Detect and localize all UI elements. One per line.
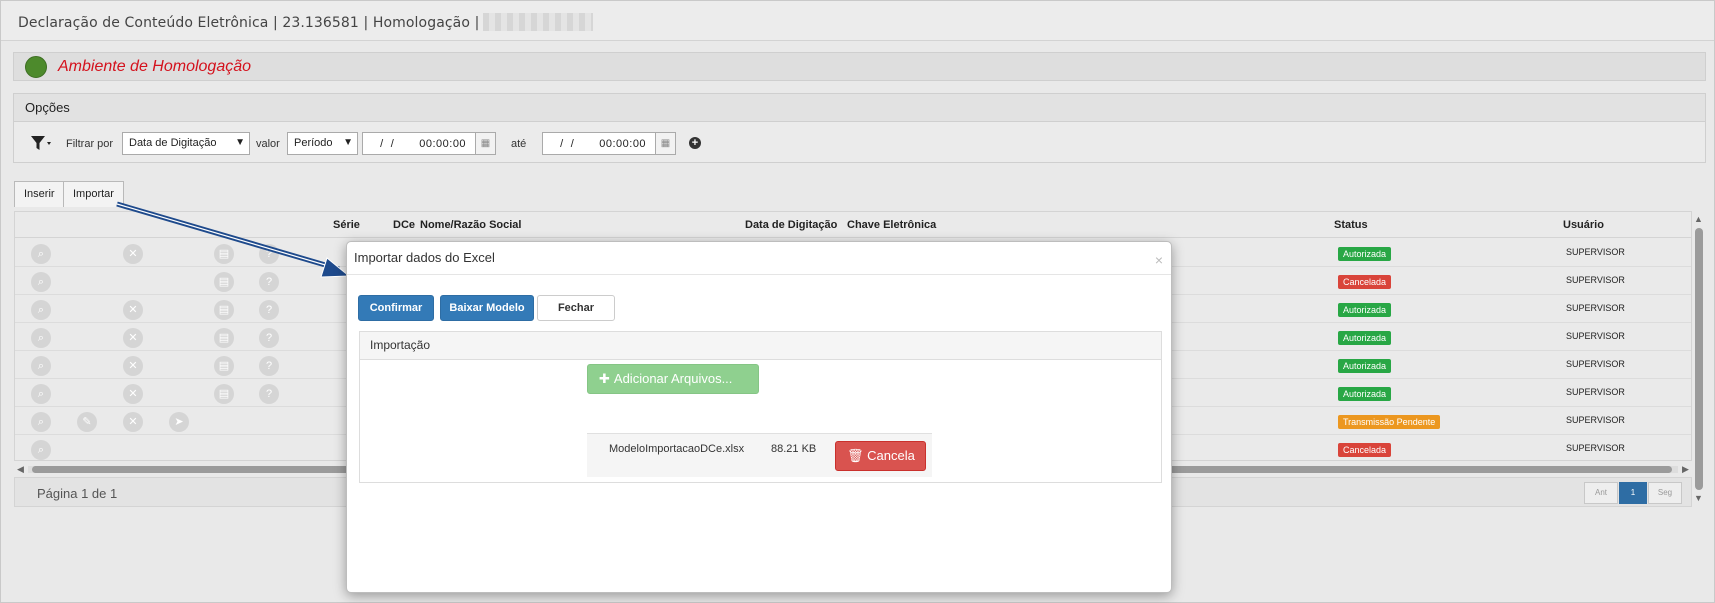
download-template-button[interactable]: Baixar Modelo: [440, 295, 534, 321]
file-size: 88.21 KB: [771, 443, 817, 455]
import-panel-title: Importação: [360, 332, 1161, 360]
import-panel: Importação ✚ Adicionar Arquivos... Modelo…: [359, 331, 1162, 483]
confirm-button[interactable]: Confirmar: [358, 295, 434, 321]
trash-icon: 🗑: [847, 448, 864, 463]
cancel-upload-button[interactable]: 🗑 Cancela: [835, 441, 926, 471]
add-files-label: Adicionar Arquivos...: [613, 371, 733, 386]
import-modal: Importar dados do Excel × Confirmar Baix…: [346, 241, 1172, 593]
add-files-button[interactable]: ✚ Adicionar Arquivos...: [587, 364, 759, 394]
modal-title: Importar dados do Excel: [354, 250, 495, 265]
modal-header: Importar dados do Excel ×: [347, 242, 1171, 275]
file-name: ModeloImportacaoDCe.xlsx: [609, 443, 745, 455]
cancel-label: Cancela: [867, 448, 915, 463]
plus-icon: ✚: [599, 371, 610, 386]
file-row: ModeloImportacaoDCe.xlsx 88.21 KB 🗑 Canc…: [587, 433, 932, 477]
close-button[interactable]: Fechar: [537, 295, 615, 321]
close-icon[interactable]: ×: [1155, 252, 1163, 268]
